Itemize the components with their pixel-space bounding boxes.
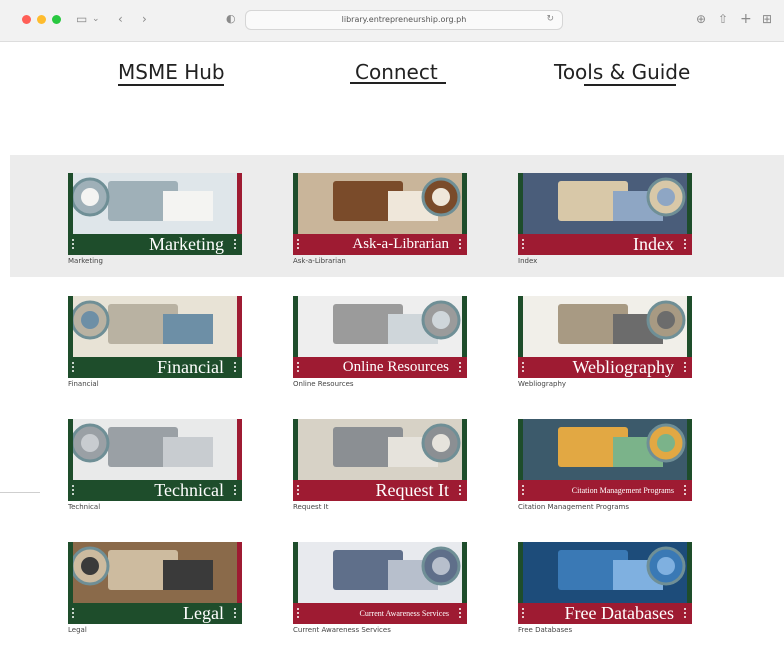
tab-overview-icon[interactable]: ⊞ bbox=[762, 11, 772, 27]
resource-card[interactable]: Ask-a-Librarian bbox=[293, 173, 467, 255]
card-caption[interactable]: Current Awareness Services bbox=[293, 626, 391, 634]
address-bar-url: library.entrepreneurship.org.ph bbox=[341, 15, 467, 24]
nav-underline bbox=[350, 82, 446, 84]
card-caption[interactable]: Request It bbox=[293, 503, 328, 511]
nav-underline bbox=[584, 84, 676, 86]
card-caption[interactable]: Marketing bbox=[68, 257, 103, 265]
card-label-bar: Legal bbox=[68, 603, 242, 624]
more-options-icon[interactable] bbox=[71, 607, 75, 620]
card-title: Marketing bbox=[149, 234, 224, 254]
resource-card[interactable]: Citation Management Programs bbox=[518, 419, 692, 501]
more-options-icon[interactable] bbox=[521, 238, 525, 251]
minimize-window-button[interactable] bbox=[37, 15, 46, 24]
more-options-icon[interactable] bbox=[296, 607, 300, 620]
card-title: Free Databases bbox=[564, 603, 674, 623]
more-options-icon[interactable] bbox=[683, 484, 687, 497]
nav-tools-guide[interactable]: Tools & Guide bbox=[554, 60, 690, 84]
card-caption[interactable]: Ask-a-Librarian bbox=[293, 257, 346, 265]
card-title: Citation Management Programs bbox=[571, 486, 674, 495]
more-options-icon[interactable] bbox=[296, 361, 300, 374]
forward-icon[interactable]: › bbox=[142, 11, 147, 27]
more-options-icon[interactable] bbox=[458, 607, 462, 620]
close-window-button[interactable] bbox=[22, 15, 31, 24]
resource-card[interactable]: Financial bbox=[68, 296, 242, 378]
card-label-bar: Request It bbox=[293, 480, 467, 501]
nav-msme-hub[interactable]: MSME Hub bbox=[118, 60, 225, 84]
card-label-bar: Citation Management Programs bbox=[518, 480, 692, 501]
card-caption[interactable]: Citation Management Programs bbox=[518, 503, 629, 511]
more-options-icon[interactable] bbox=[71, 484, 75, 497]
card-label-bar: Online Resources bbox=[293, 357, 467, 378]
browser-toolbar: ▭ ⌄ ‹ › ◐ library.entrepreneurship.org.p… bbox=[0, 0, 784, 42]
card-caption[interactable]: Technical bbox=[68, 503, 100, 511]
resource-card[interactable]: Index bbox=[518, 173, 692, 255]
more-options-icon[interactable] bbox=[683, 607, 687, 620]
card-caption[interactable]: Legal bbox=[68, 626, 87, 634]
reload-icon[interactable]: ↻ bbox=[546, 14, 554, 24]
more-options-icon[interactable] bbox=[521, 361, 525, 374]
more-options-icon[interactable] bbox=[71, 238, 75, 251]
card-label-bar: Ask-a-Librarian bbox=[293, 234, 467, 255]
chevron-down-icon[interactable]: ⌄ bbox=[92, 11, 100, 27]
resource-card[interactable]: Free Databases bbox=[518, 542, 692, 624]
share-icon[interactable]: ⇧ bbox=[718, 11, 728, 27]
more-options-icon[interactable] bbox=[71, 361, 75, 374]
card-title: Webliography bbox=[572, 357, 674, 377]
more-options-icon[interactable] bbox=[458, 484, 462, 497]
more-options-icon[interactable] bbox=[458, 361, 462, 374]
new-tab-icon[interactable]: + bbox=[740, 11, 752, 27]
nav-connect[interactable]: Connect bbox=[355, 60, 438, 84]
resource-card[interactable]: Current Awareness Services bbox=[293, 542, 467, 624]
more-options-icon[interactable] bbox=[521, 484, 525, 497]
resource-card[interactable]: Legal bbox=[68, 542, 242, 624]
back-icon[interactable]: ‹ bbox=[118, 11, 123, 27]
card-label-bar: Technical bbox=[68, 480, 242, 501]
card-title: Legal bbox=[183, 603, 224, 623]
resource-card[interactable]: Webliography bbox=[518, 296, 692, 378]
card-label-bar: Index bbox=[518, 234, 692, 255]
card-title: Request It bbox=[375, 480, 450, 500]
card-label-bar: Current Awareness Services bbox=[293, 603, 467, 624]
zoom-window-button[interactable] bbox=[52, 15, 61, 24]
card-caption[interactable]: Financial bbox=[68, 380, 99, 388]
more-options-icon[interactable] bbox=[296, 238, 300, 251]
more-options-icon[interactable] bbox=[296, 484, 300, 497]
more-options-icon[interactable] bbox=[233, 607, 237, 620]
nav-underline bbox=[118, 84, 224, 86]
more-options-icon[interactable] bbox=[521, 607, 525, 620]
card-caption[interactable]: Webliography bbox=[518, 380, 566, 388]
download-icon[interactable]: ⊕ bbox=[696, 11, 706, 27]
sidebar-toggle-icon[interactable]: ▭ bbox=[76, 11, 87, 27]
card-title: Index bbox=[633, 234, 674, 254]
card-caption[interactable]: Index bbox=[518, 257, 537, 265]
more-options-icon[interactable] bbox=[233, 484, 237, 497]
more-options-icon[interactable] bbox=[233, 238, 237, 251]
card-caption[interactable]: Online Resources bbox=[293, 380, 354, 388]
card-label-bar: Webliography bbox=[518, 357, 692, 378]
address-bar[interactable]: library.entrepreneurship.org.ph ↻ bbox=[245, 10, 563, 30]
resource-card[interactable]: Online Resources bbox=[293, 296, 467, 378]
card-title: Financial bbox=[157, 357, 224, 377]
card-caption[interactable]: Free Databases bbox=[518, 626, 572, 634]
resource-card[interactable]: Technical bbox=[68, 419, 242, 501]
card-title: Current Awareness Services bbox=[359, 609, 449, 618]
more-options-icon[interactable] bbox=[683, 361, 687, 374]
resource-card[interactable]: Request It bbox=[293, 419, 467, 501]
card-label-bar: Marketing bbox=[68, 234, 242, 255]
card-title: Technical bbox=[154, 480, 224, 500]
card-title: Ask-a-Librarian bbox=[352, 236, 449, 252]
card-title: Online Resources bbox=[342, 359, 449, 375]
more-options-icon[interactable] bbox=[683, 238, 687, 251]
divider bbox=[0, 492, 40, 493]
privacy-shield-icon[interactable]: ◐ bbox=[226, 11, 236, 27]
card-label-bar: Financial bbox=[68, 357, 242, 378]
card-label-bar: Free Databases bbox=[518, 603, 692, 624]
resource-card[interactable]: Marketing bbox=[68, 173, 242, 255]
more-options-icon[interactable] bbox=[233, 361, 237, 374]
more-options-icon[interactable] bbox=[458, 238, 462, 251]
